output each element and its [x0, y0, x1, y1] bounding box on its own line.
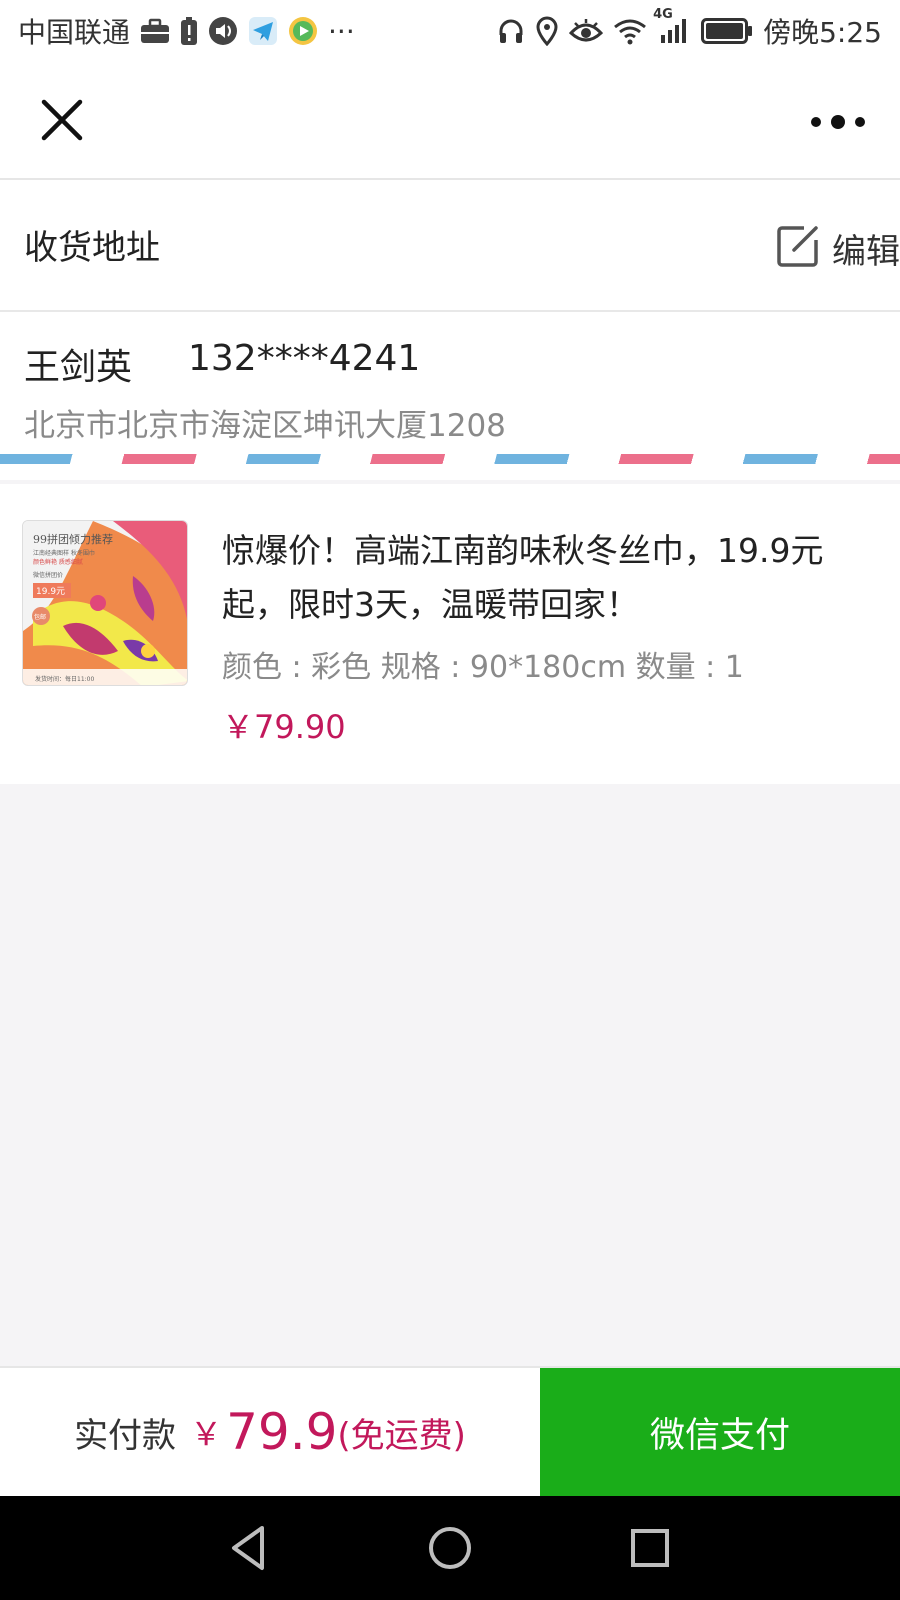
wifi-icon: [613, 17, 647, 45]
product-price: ￥79.90: [222, 708, 346, 746]
thumb-sub1: 江南经典图样 秋冬围巾: [33, 549, 95, 557]
total-currency: ￥: [190, 1415, 223, 1453]
address-details[interactable]: 王剑英 132****4241 北京市北京市海淀区坤讯大厦1208: [0, 312, 900, 454]
product-thumbnail: 99拼团倾力推荐 江南经典图样 秋冬围巾 颜色鲜艳 质感细腻 微信拼团价 19.…: [22, 520, 188, 686]
video-app-icon: [288, 16, 318, 46]
total-label: 实付款: [74, 1415, 177, 1456]
status-right: 4G 傍晚5:25: [497, 7, 882, 51]
address-header: 收货地址 编辑: [0, 180, 900, 312]
recipient-phone: 132****4241: [188, 338, 421, 379]
total-amount: 79.9: [226, 1403, 338, 1461]
recipient-address: 北京市北京市海淀区坤讯大厦1208: [24, 408, 506, 444]
thumb-footer: 发货时间：每日11:00: [35, 675, 94, 683]
top-nav-bar: [0, 62, 900, 180]
thumb-headline: 99拼团倾力推荐: [33, 532, 113, 546]
signal-icon: 4G: [653, 7, 691, 45]
shipping-address-section: 收货地址 编辑 王剑英 132****4241 北京市北京市海淀区坤讯大厦120…: [0, 180, 900, 480]
thumb-sub2: 颜色鲜艳 质感细腻: [33, 558, 83, 566]
telegram-icon: [248, 16, 278, 46]
edit-icon: [774, 222, 822, 274]
wechat-pay-button[interactable]: 微信支付: [540, 1368, 900, 1496]
sound-icon: [208, 16, 238, 46]
clock-label: 傍晚5:25: [763, 16, 882, 49]
product-specs: 颜色 : 彩色 规格 : 90*180cm 数量 : 1: [222, 650, 744, 685]
back-triangle-icon[interactable]: [222, 1520, 278, 1576]
recents-square-icon[interactable]: [622, 1520, 678, 1576]
thumb-price-caption: 微信拼团价: [33, 571, 63, 579]
product-title[interactable]: 惊爆价！高端江南韵味秋冬丝巾，19.9元起，限时3天，温暖带回家！: [222, 524, 872, 632]
recipient-name: 王剑英: [24, 347, 133, 388]
briefcase-icon: [140, 18, 170, 44]
status-bar: 中国联通 ··· 4G 傍晚5:25: [0, 0, 900, 62]
more-dots-icon[interactable]: [806, 102, 870, 142]
thumb-price-tag: 19.9元: [36, 587, 65, 597]
thumb-badge: 包邮: [34, 613, 46, 621]
network-type-label: 4G: [653, 7, 673, 22]
product-item: 99拼团倾力推荐 江南经典图样 秋冬围巾 颜色鲜艳 质感细腻 微信拼团价 19.…: [0, 484, 900, 784]
checkout-bar: 实付款 ￥ 79.9 (免运费) 微信支付: [0, 1366, 900, 1496]
edit-address-button[interactable]: 编辑: [774, 222, 900, 274]
edit-label: 编辑: [832, 231, 900, 272]
close-icon[interactable]: [34, 92, 90, 148]
home-circle-icon[interactable]: [422, 1520, 478, 1576]
headphones-icon: [497, 17, 525, 45]
system-navigation-bar: [0, 1496, 900, 1600]
free-shipping-note: (免运费): [337, 1415, 466, 1456]
battery-alert-icon: [180, 16, 198, 46]
more-notifications-indicator: ···: [328, 14, 355, 48]
location-icon: [535, 16, 559, 46]
battery-icon: [701, 18, 753, 44]
status-left: 中国联通 ···: [18, 11, 355, 51]
address-section-title: 收货地址: [24, 228, 160, 268]
total-payment: 实付款 ￥ 79.9 (免运费): [0, 1368, 540, 1496]
carrier-label: 中国联通: [18, 16, 131, 49]
eye-icon: [569, 17, 604, 45]
airmail-stripe-divider: [0, 454, 900, 464]
